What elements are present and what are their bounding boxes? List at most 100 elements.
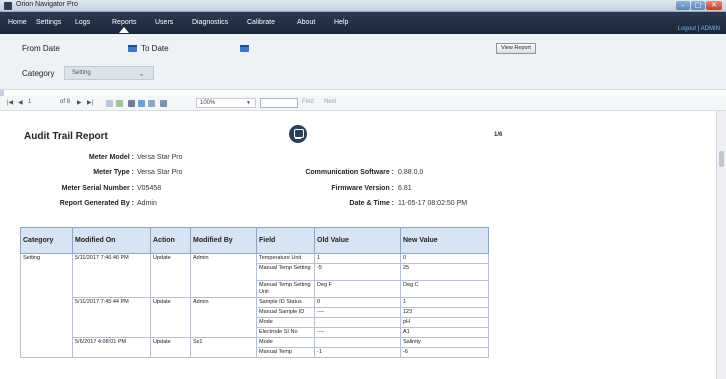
- table-row: 5/6/2017 4:08:01 PM Update Ss1 Mode Salinity: [21, 337, 489, 358]
- active-menu-indicator: [119, 27, 129, 33]
- report-filters: From Date To Date Category Setting ⌄ Vie…: [0, 34, 726, 90]
- find-input[interactable]: [260, 98, 298, 108]
- view-report-button[interactable]: View Report: [496, 43, 536, 54]
- table-row: 5/11/2017 7:45:44 PM Update Admin Sample ID…: [21, 297, 489, 338]
- title-bar: Orion Navigator Pro – □ ✕: [0, 0, 726, 12]
- menu-about[interactable]: About: [297, 19, 315, 26]
- maximize-button[interactable]: □: [691, 1, 705, 10]
- printer-logo-icon: [289, 125, 307, 143]
- prev-page-button[interactable]: ◀: [18, 99, 23, 106]
- print-layout-icon[interactable]: [138, 100, 145, 107]
- field-cell: Manual Temp: [256, 347, 315, 358]
- modified-on-cell: 5/11/2017 7:45:44 PM: [72, 297, 151, 338]
- new-value-cell: Deg C: [400, 280, 489, 298]
- main-menu: Home Settings Logs Reports Users Diagnos…: [0, 12, 726, 34]
- zoom-select[interactable]: 100% ▼: [196, 98, 256, 108]
- category-dropdown[interactable]: Setting ⌄: [64, 66, 154, 80]
- old-value-cell: ----: [314, 307, 401, 318]
- serial-number-label: Meter Serial Number :: [61, 185, 134, 192]
- category-selected-value: Setting: [72, 70, 91, 76]
- column-header: Old Value: [314, 227, 401, 254]
- current-page-input[interactable]: 1: [28, 99, 31, 105]
- zoom-value: 100%: [200, 100, 216, 106]
- old-value-cell: 1: [314, 253, 401, 264]
- menu-reports[interactable]: Reports: [112, 19, 137, 26]
- comm-software-value: 0.88.0.0: [398, 169, 424, 176]
- date-time-label: Date & Time :: [349, 200, 394, 207]
- from-date-label: From Date: [22, 44, 60, 53]
- new-value-cell: 123: [400, 307, 489, 318]
- report-viewer-toolbar: |◀ ◀ 1 of 8 ▶ ▶| 100% ▼ Find Next: [0, 96, 726, 111]
- export-icon[interactable]: [160, 100, 167, 107]
- close-button[interactable]: ✕: [706, 1, 722, 10]
- meter-type-label: Meter Type :: [93, 169, 134, 176]
- menu-home[interactable]: Home: [8, 19, 27, 26]
- table-header-row: Category Modified On Action Modified By …: [20, 227, 489, 254]
- last-page-button[interactable]: ▶|: [87, 99, 93, 106]
- generated-by-value: Admin: [137, 200, 157, 207]
- window-title: Orion Navigator Pro: [16, 1, 78, 8]
- old-value-cell: -1: [314, 347, 401, 358]
- generated-by-label: Report Generated By :: [59, 200, 134, 207]
- modified-by-cell: Admin: [190, 253, 257, 298]
- meter-model-label: Meter Model :: [88, 154, 134, 161]
- from-date-calendar-icon[interactable]: [128, 45, 137, 52]
- field-cell: Manual Temp Setting: [256, 263, 315, 281]
- minimize-button[interactable]: –: [676, 1, 690, 10]
- firmware-version-value: 6.81: [398, 185, 412, 192]
- date-time-value: 11-05-17 08:02:50 PM: [398, 200, 468, 207]
- app-window: Orion Navigator Pro – □ ✕ Home Settings …: [0, 0, 726, 379]
- menu-logs[interactable]: Logs: [75, 19, 90, 26]
- scrollbar-thumb[interactable]: [719, 151, 724, 167]
- menu-help[interactable]: Help: [334, 19, 348, 26]
- back-icon[interactable]: [106, 100, 113, 107]
- column-header: Field: [256, 227, 315, 254]
- field-cell: Mode: [256, 317, 315, 328]
- page-of-label: of 8: [60, 99, 71, 105]
- vertical-scrollbar[interactable]: [716, 111, 726, 379]
- find-next-link[interactable]: Next: [324, 99, 336, 105]
- report-title: Audit Trail Report: [24, 131, 108, 142]
- modified-on-cell: 5/6/2017 4:08:01 PM: [72, 337, 151, 358]
- old-value-cell: [314, 317, 401, 328]
- meter-type-value: Versa Star Pro: [137, 169, 183, 176]
- report-viewer: Audit Trail Report 1/6 Meter Model : Ver…: [0, 111, 726, 379]
- page-setup-icon[interactable]: [148, 100, 155, 107]
- menu-users[interactable]: Users: [155, 19, 173, 26]
- column-header: Modified On: [72, 227, 151, 254]
- new-value-cell: 1: [400, 297, 489, 308]
- next-page-button[interactable]: ▶: [77, 99, 82, 106]
- print-icon[interactable]: [128, 100, 135, 107]
- category-label: Category: [22, 69, 55, 78]
- audit-table-body: Setting 5/11/2017 7:46:46 PM Update Admin Te…: [20, 253, 489, 358]
- column-header: Category: [20, 227, 73, 254]
- menu-calibrate[interactable]: Calibrate: [247, 19, 275, 26]
- first-page-button[interactable]: |◀: [7, 99, 13, 106]
- firmware-version-label: Firmware Version :: [331, 185, 394, 192]
- action-cell: Update: [150, 297, 191, 338]
- new-value-cell: 0: [400, 253, 489, 264]
- to-date-calendar-icon[interactable]: [240, 45, 249, 52]
- new-value-cell: pH: [400, 317, 489, 328]
- page-count: 1/6: [494, 132, 503, 138]
- meter-model-value: Versa Star Pro: [137, 154, 183, 161]
- to-date-label: To Date: [141, 44, 169, 53]
- refresh-icon[interactable]: [116, 100, 123, 107]
- app-icon: [4, 2, 12, 10]
- field-cell: Mode: [256, 337, 315, 348]
- table-row: Setting 5/11/2017 7:46:46 PM Update Admin Te…: [20, 253, 489, 358]
- menu-diagnostics[interactable]: Diagnostics: [192, 19, 228, 26]
- action-cell: Update: [150, 337, 191, 358]
- user-links[interactable]: Logout | ADMIN: [678, 26, 720, 32]
- old-value-cell: ----: [314, 327, 401, 338]
- old-value-cell: -5: [314, 263, 401, 281]
- category-cell: Setting: [20, 253, 73, 358]
- column-header: Modified By: [190, 227, 257, 254]
- new-value-cell: A1: [400, 327, 489, 338]
- field-cell: Temperature Unit: [256, 253, 315, 264]
- field-cell: Electrode SI No: [256, 327, 315, 338]
- serial-number-value: V05458: [137, 185, 162, 192]
- menu-settings[interactable]: Settings: [36, 19, 61, 26]
- field-cell: Manual Sample ID: [256, 307, 315, 318]
- find-link[interactable]: Find: [302, 99, 314, 105]
